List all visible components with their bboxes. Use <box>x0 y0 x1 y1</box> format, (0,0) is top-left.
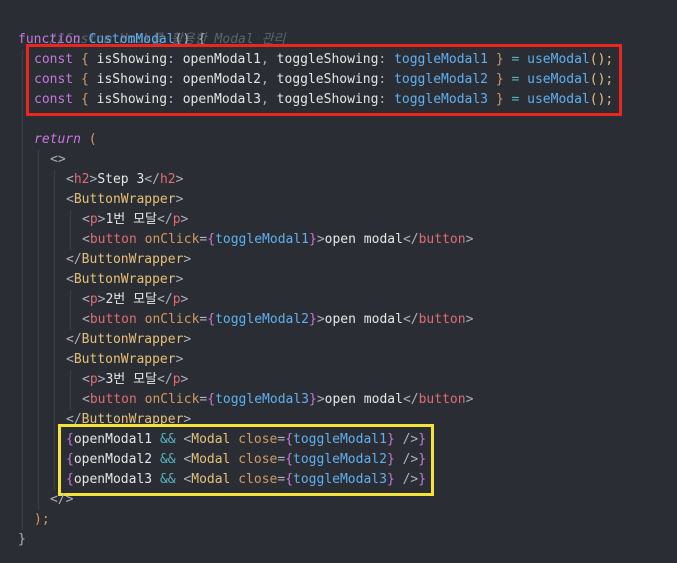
p-text: 2번 모달 <box>105 292 158 307</box>
code-line-return-end: ); <box>34 510 50 530</box>
code-line-button: <button onClick={toggleModal1}>open moda… <box>82 232 474 247</box>
code-line-wrapper-close: </ButtonWrapper> <box>66 332 192 347</box>
p-text: 1번 모달 <box>105 212 158 227</box>
code-line-wrapper-open: <ButtonWrapper> <box>66 352 184 367</box>
indent-guide <box>70 210 71 250</box>
button-text: open modal <box>324 232 403 247</box>
code-line-fragment-close: </> <box>50 490 73 510</box>
code-line-p: <p>3번 모달</p> <box>82 372 189 387</box>
indent-guide <box>22 50 23 530</box>
button-text: open modal <box>324 312 403 327</box>
code-line-function-end: } <box>18 530 26 550</box>
return-end: ); <box>34 512 50 527</box>
return-paren: ( <box>88 132 97 147</box>
highlight-box-hooks <box>26 44 622 116</box>
p-text: 3번 모달 <box>105 372 158 387</box>
indent-guide <box>70 290 71 330</box>
code-line-button: <button onClick={toggleModal3}>open moda… <box>82 392 474 407</box>
fragment-open: <> <box>50 152 66 167</box>
indent-guide <box>54 170 55 490</box>
onclick-handler: toggleModal2 <box>215 312 309 327</box>
code-line-button: <button onClick={toggleModal2}>open moda… <box>82 312 474 327</box>
code-editor[interactable]: //Custom Hook를 활용한 Modal 관리 function Cus… <box>0 0 677 563</box>
button-text: open modal <box>324 392 403 407</box>
onclick-handler: toggleModal3 <box>215 392 309 407</box>
fragment-close: </> <box>50 492 74 507</box>
code-line-comment: //Custom Hook를 활용한 Modal 관리 <box>18 10 285 47</box>
code-line-p: <p>2번 모달</p> <box>82 292 189 307</box>
code-line-fragment-open: <> <box>50 150 66 170</box>
return-keyword: return <box>34 132 81 147</box>
code-line-wrapper-close: </ButtonWrapper> <box>66 252 192 267</box>
code-line-h2: <h2>Step 3</h2> <box>66 172 184 187</box>
indent-guide <box>38 150 39 510</box>
onclick-handler: toggleModal1 <box>215 232 309 247</box>
h2-text: Step 3 <box>97 172 145 187</box>
function-end: } <box>18 532 26 547</box>
highlight-box-modals <box>58 424 434 496</box>
code-line-wrapper-open: <ButtonWrapper> <box>66 272 184 287</box>
code-line-wrapper-open: <ButtonWrapper> <box>66 192 184 207</box>
indent-guide <box>70 370 71 410</box>
code-line-p: <p>1번 모달</p> <box>82 212 189 227</box>
code-line-return: return ( <box>34 130 97 150</box>
